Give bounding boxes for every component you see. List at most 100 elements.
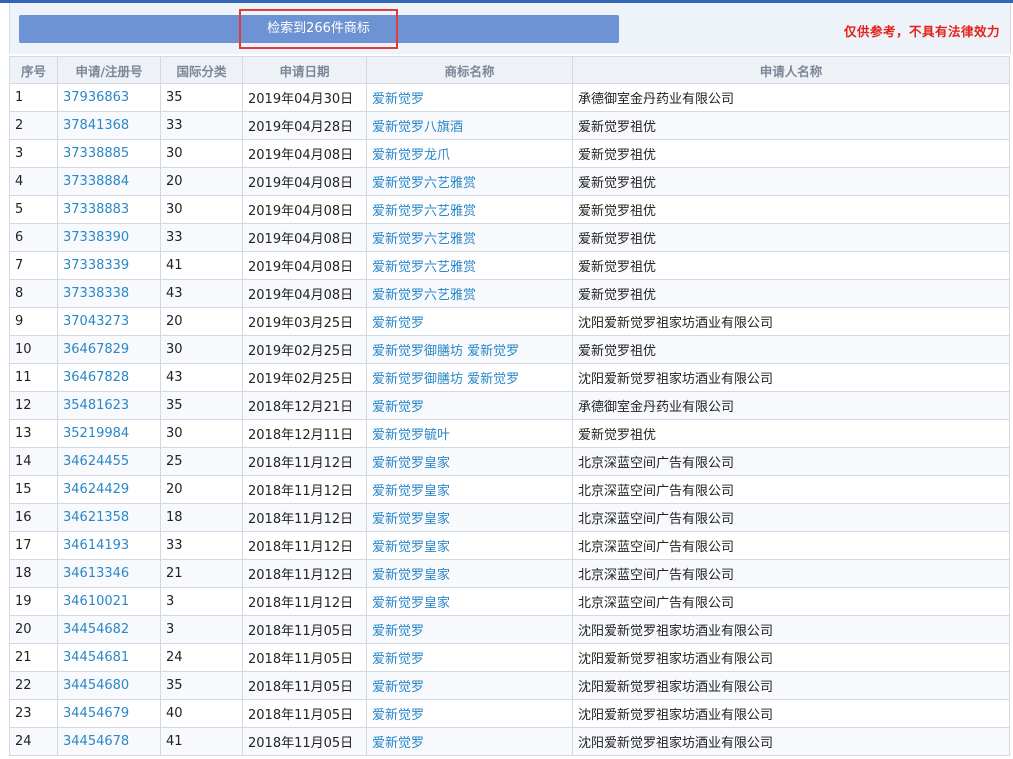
class-cell: 33 bbox=[160, 223, 243, 252]
class-cell: 30 bbox=[160, 419, 243, 448]
applicant-cell: 沈阳爱新觉罗祖家坊酒业有限公司 bbox=[572, 671, 1010, 700]
row-index: 12 bbox=[9, 391, 58, 420]
registration-number-link[interactable]: 37338883 bbox=[57, 195, 161, 224]
registration-number-link[interactable]: 34454682 bbox=[57, 615, 161, 644]
trademark-name-link[interactable]: 爱新觉罗六艺雅赏 bbox=[366, 279, 573, 308]
class-cell: 41 bbox=[160, 251, 243, 280]
trademark-name-link[interactable]: 爱新觉罗六艺雅赏 bbox=[366, 223, 573, 252]
applicant-cell: 北京深蓝空间广告有限公司 bbox=[572, 559, 1010, 588]
registration-number-link[interactable]: 34613346 bbox=[57, 559, 161, 588]
trademark-name-link[interactable]: 爱新觉罗 bbox=[366, 671, 573, 700]
class-cell: 30 bbox=[160, 195, 243, 224]
registration-number-link[interactable]: 37043273 bbox=[57, 307, 161, 336]
registration-number-link[interactable]: 34454681 bbox=[57, 643, 161, 672]
trademark-name-link[interactable]: 爱新觉罗 bbox=[366, 643, 573, 672]
trademark-name-link[interactable]: 爱新觉罗皇家 bbox=[366, 559, 573, 588]
trademark-name-link[interactable]: 爱新觉罗龙爪 bbox=[366, 139, 573, 168]
row-index: 16 bbox=[9, 503, 58, 532]
trademark-name-link[interactable]: 爱新觉罗八旗酒 bbox=[366, 111, 573, 140]
registration-number-link[interactable]: 37338339 bbox=[57, 251, 161, 280]
application-date-cell: 2018年11月05日 bbox=[242, 615, 367, 644]
registration-number-link[interactable]: 35481623 bbox=[57, 391, 161, 420]
class-cell: 20 bbox=[160, 475, 243, 504]
trademark-name-link[interactable]: 爱新觉罗御膳坊 爱新觉罗 bbox=[366, 363, 573, 392]
application-date-cell: 2018年11月12日 bbox=[242, 587, 367, 616]
registration-number-link[interactable]: 37338338 bbox=[57, 279, 161, 308]
application-date-cell: 2019年04月30日 bbox=[242, 83, 367, 112]
registration-number-link[interactable]: 35219984 bbox=[57, 419, 161, 448]
table-row: 12 35481623 35 2018年12月21日 爱新觉罗 承德御室金丹药业有限公司 bbox=[9, 391, 1010, 420]
row-index: 22 bbox=[9, 671, 58, 700]
trademark-name-link[interactable]: 爱新觉罗 bbox=[366, 727, 573, 756]
table-row: 15 34624429 20 2018年11月12日 爱新觉罗皇家 北京深蓝空间广告有限公… bbox=[9, 475, 1010, 504]
trademark-name-link[interactable]: 爱新觉罗皇家 bbox=[366, 503, 573, 532]
applicant-cell: 沈阳爱新觉罗祖家坊酒业有限公司 bbox=[572, 699, 1010, 728]
registration-number-link[interactable]: 34621358 bbox=[57, 503, 161, 532]
trademark-name-link[interactable]: 爱新觉罗皇家 bbox=[366, 447, 573, 476]
class-cell: 30 bbox=[160, 139, 243, 168]
table-row: 6 37338390 33 2019年04月08日 爱新觉罗六艺雅赏 爱新觉罗祖优 bbox=[9, 223, 1010, 252]
registration-number-link[interactable]: 34614193 bbox=[57, 531, 161, 560]
trademark-name-link[interactable]: 爱新觉罗 bbox=[366, 307, 573, 336]
applicant-cell: 承德御室金丹药业有限公司 bbox=[572, 391, 1010, 420]
registration-number-link[interactable]: 34454679 bbox=[57, 699, 161, 728]
registration-number-link[interactable]: 37936863 bbox=[57, 83, 161, 112]
registration-number-link[interactable]: 37338390 bbox=[57, 223, 161, 252]
trademark-name-link[interactable]: 爱新觉罗毓叶 bbox=[366, 419, 573, 448]
registration-number-link[interactable]: 34624455 bbox=[57, 447, 161, 476]
table-row: 5 37338883 30 2019年04月08日 爱新觉罗六艺雅赏 爱新觉罗祖优 bbox=[9, 195, 1010, 224]
trademark-name-link[interactable]: 爱新觉罗 bbox=[366, 83, 573, 112]
table-row: 18 34613346 21 2018年11月12日 爱新觉罗皇家 北京深蓝空间广告有限公… bbox=[9, 559, 1010, 588]
application-date-cell: 2018年11月12日 bbox=[242, 503, 367, 532]
registration-number-link[interactable]: 37338884 bbox=[57, 167, 161, 196]
trademark-name-link[interactable]: 爱新觉罗 bbox=[366, 391, 573, 420]
applicant-cell: 爱新觉罗祖优 bbox=[572, 251, 1010, 280]
trademark-name-link[interactable]: 爱新觉罗六艺雅赏 bbox=[366, 251, 573, 280]
applicant-cell: 北京深蓝空间广告有限公司 bbox=[572, 475, 1010, 504]
column-header-applicant: 申请人名称 bbox=[572, 56, 1010, 84]
table-row: 8 37338338 43 2019年04月08日 爱新觉罗六艺雅赏 爱新觉罗祖优 bbox=[9, 279, 1010, 308]
class-cell: 25 bbox=[160, 447, 243, 476]
row-index: 18 bbox=[9, 559, 58, 588]
applicant-cell: 沈阳爱新觉罗祖家坊酒业有限公司 bbox=[572, 615, 1010, 644]
applicant-cell: 承德御室金丹药业有限公司 bbox=[572, 83, 1010, 112]
trademark-name-link[interactable]: 爱新觉罗皇家 bbox=[366, 475, 573, 504]
table-row: 3 37338885 30 2019年04月08日 爱新觉罗龙爪 爱新觉罗祖优 bbox=[9, 139, 1010, 168]
application-date-cell: 2019年04月08日 bbox=[242, 279, 367, 308]
registration-number-link[interactable]: 34624429 bbox=[57, 475, 161, 504]
trademark-name-link[interactable]: 爱新觉罗皇家 bbox=[366, 587, 573, 616]
application-date-cell: 2018年11月12日 bbox=[242, 559, 367, 588]
trademark-name-link[interactable]: 爱新觉罗皇家 bbox=[366, 531, 573, 560]
application-date-cell: 2018年12月11日 bbox=[242, 419, 367, 448]
application-date-cell: 2019年02月25日 bbox=[242, 335, 367, 364]
table-row: 17 34614193 33 2018年11月12日 爱新觉罗皇家 北京深蓝空间广告有限公… bbox=[9, 531, 1010, 560]
table-row: 16 34621358 18 2018年11月12日 爱新觉罗皇家 北京深蓝空间广告有限公… bbox=[9, 503, 1010, 532]
registration-number-link[interactable]: 34610021 bbox=[57, 587, 161, 616]
table-row: 14 34624455 25 2018年11月12日 爱新觉罗皇家 北京深蓝空间广告有限公… bbox=[9, 447, 1010, 476]
row-index: 13 bbox=[9, 419, 58, 448]
trademark-name-link[interactable]: 爱新觉罗 bbox=[366, 615, 573, 644]
registration-number-link[interactable]: 37338885 bbox=[57, 139, 161, 168]
applicant-cell: 沈阳爱新觉罗祖家坊酒业有限公司 bbox=[572, 307, 1010, 336]
registration-number-link[interactable]: 34454680 bbox=[57, 671, 161, 700]
registration-number-link[interactable]: 36467828 bbox=[57, 363, 161, 392]
application-date-cell: 2019年04月08日 bbox=[242, 195, 367, 224]
registration-number-link[interactable]: 36467829 bbox=[57, 335, 161, 364]
trademark-name-link[interactable]: 爱新觉罗 bbox=[366, 699, 573, 728]
application-date-cell: 2018年11月05日 bbox=[242, 727, 367, 756]
registration-number-link[interactable]: 37841368 bbox=[57, 111, 161, 140]
row-index: 20 bbox=[9, 615, 58, 644]
application-date-cell: 2019年04月08日 bbox=[242, 139, 367, 168]
applicant-cell: 沈阳爱新觉罗祖家坊酒业有限公司 bbox=[572, 643, 1010, 672]
column-header-reg-no: 申请/注册号 bbox=[57, 56, 161, 84]
trademark-name-link[interactable]: 爱新觉罗御膳坊 爱新觉罗 bbox=[366, 335, 573, 364]
application-date-cell: 2018年12月21日 bbox=[242, 391, 367, 420]
table-row: 10 36467829 30 2019年02月25日 爱新觉罗御膳坊 爱新觉罗 爱新觉罗祖… bbox=[9, 335, 1010, 364]
trademark-name-link[interactable]: 爱新觉罗六艺雅赏 bbox=[366, 195, 573, 224]
registration-number-link[interactable]: 34454678 bbox=[57, 727, 161, 756]
application-date-cell: 2019年04月08日 bbox=[242, 251, 367, 280]
trademark-name-link[interactable]: 爱新觉罗六艺雅赏 bbox=[366, 167, 573, 196]
applicant-cell: 爱新觉罗祖优 bbox=[572, 195, 1010, 224]
class-cell: 43 bbox=[160, 363, 243, 392]
applicant-cell: 爱新觉罗祖优 bbox=[572, 167, 1010, 196]
